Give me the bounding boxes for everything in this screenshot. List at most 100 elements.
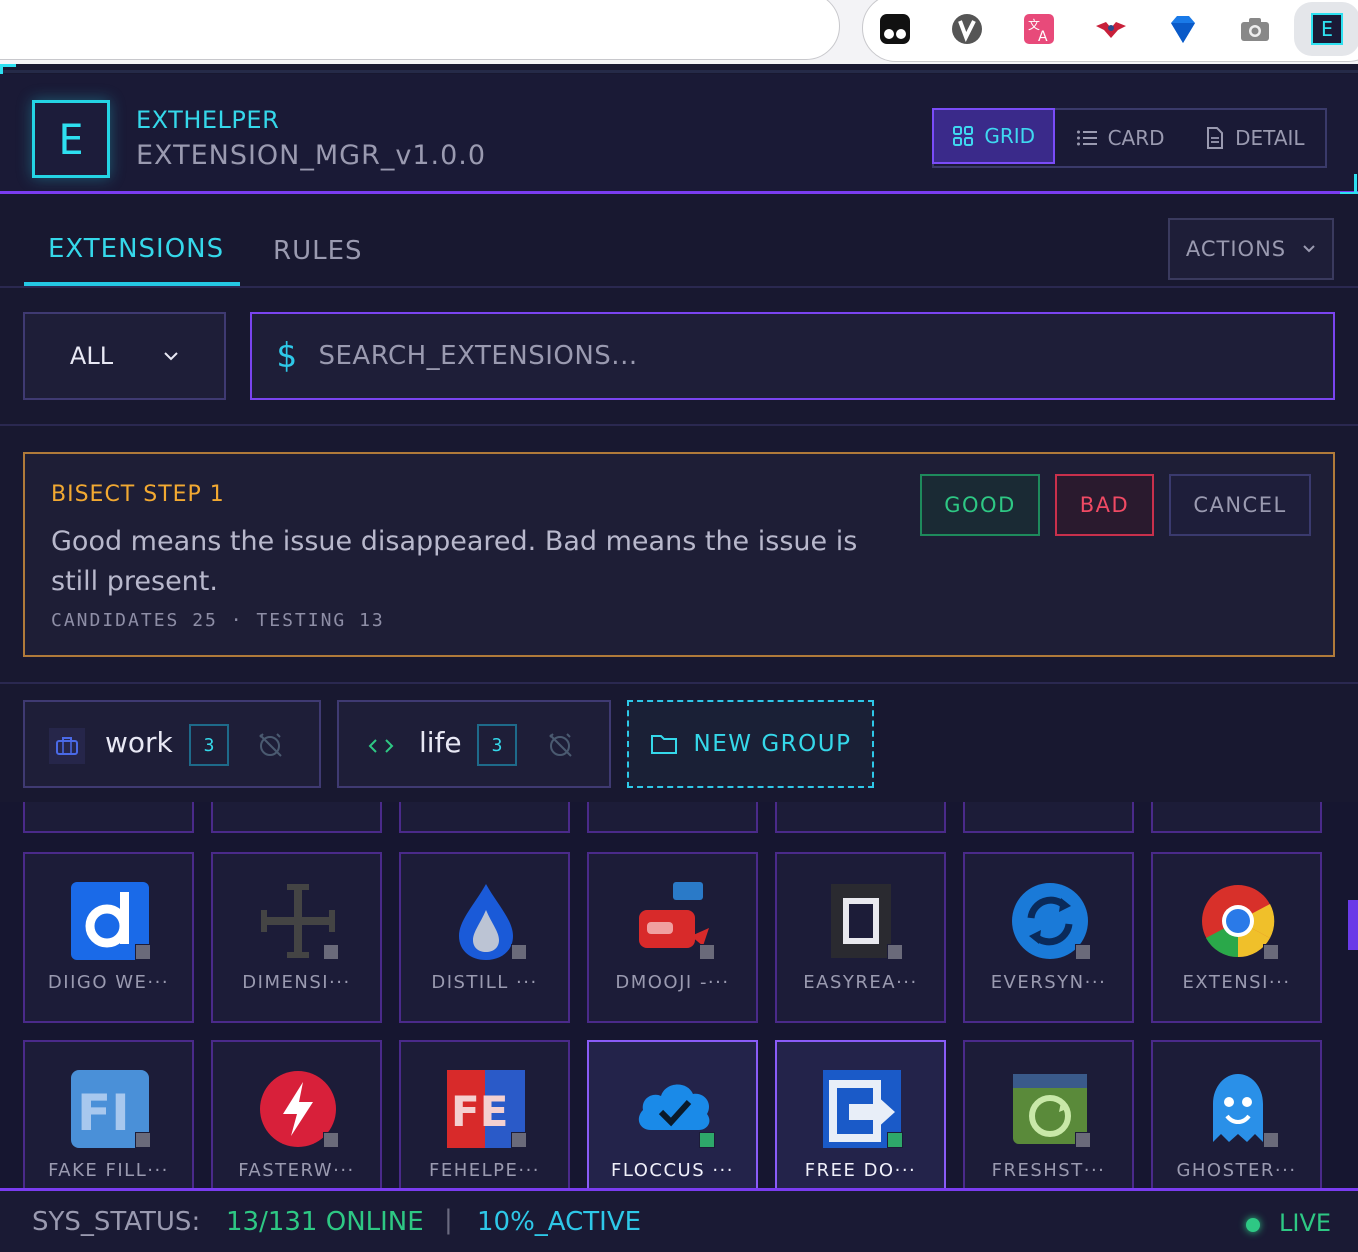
view-grid-label: GRID bbox=[984, 124, 1036, 148]
extension-tile[interactable] bbox=[1151, 802, 1322, 833]
folder-icon bbox=[650, 735, 677, 754]
extension-name: EASYREA··· bbox=[803, 972, 918, 993]
extension-tile[interactable]: DMOOJI -··· bbox=[587, 852, 758, 1023]
extension-name: FASTERW··· bbox=[238, 1160, 355, 1181]
extension-name: FREE DO··· bbox=[804, 1160, 917, 1181]
active-tab-indicator bbox=[24, 282, 240, 286]
tab-rules[interactable]: RULES bbox=[273, 236, 363, 266]
view-detail-label: DETAIL bbox=[1235, 126, 1305, 150]
extension-tile[interactable] bbox=[211, 802, 382, 833]
extension-tile[interactable]: FRESHST··· bbox=[963, 1040, 1134, 1188]
extension-name: DISTILL ··· bbox=[431, 972, 538, 993]
header: E EXTHELPER EXTENSION_MGR_v1.0.0 GRID CA… bbox=[0, 74, 1358, 194]
status-indicator bbox=[887, 944, 903, 960]
extension-tile[interactable] bbox=[399, 802, 570, 833]
briefcase-icon bbox=[49, 728, 85, 764]
group-count-badge: 3 bbox=[189, 724, 229, 766]
extension-tile[interactable]: FLOCCUS ··· bbox=[587, 1040, 758, 1188]
chevron-down-icon bbox=[164, 352, 178, 361]
extension-tile[interactable]: FI FAKE FILL··· bbox=[23, 1040, 194, 1188]
extension-tile[interactable]: FE FEHELPE··· bbox=[399, 1040, 570, 1188]
extension-name: FRESHST··· bbox=[991, 1160, 1106, 1181]
status-indicator bbox=[699, 944, 715, 960]
vimium-icon[interactable] bbox=[950, 12, 984, 46]
power-off-icon[interactable] bbox=[545, 730, 575, 760]
extension-tile[interactable] bbox=[23, 802, 194, 833]
extension-name: DIMENSI··· bbox=[242, 972, 351, 993]
extension-tile[interactable]: FREE DO··· bbox=[775, 1040, 946, 1188]
gem-icon[interactable] bbox=[1166, 12, 1200, 46]
group-life[interactable]: life 3 bbox=[337, 700, 611, 788]
bird-icon[interactable] bbox=[1094, 12, 1128, 46]
exthelper-icon: E bbox=[1311, 13, 1343, 45]
status-indicator bbox=[1263, 1132, 1279, 1148]
view-detail-button[interactable]: DETAIL bbox=[1185, 110, 1325, 166]
actions-dropdown[interactable]: ACTIONS bbox=[1168, 218, 1334, 280]
good-button[interactable]: GOOD bbox=[920, 474, 1040, 536]
extension-tile[interactable] bbox=[775, 802, 946, 833]
extension-tile[interactable] bbox=[587, 802, 758, 833]
translate-icon[interactable]: 文A bbox=[1022, 12, 1056, 46]
extension-name: DMOOJI -··· bbox=[615, 972, 730, 993]
status-indicator bbox=[323, 944, 339, 960]
camera-icon[interactable] bbox=[1238, 12, 1272, 46]
extension-tile[interactable]: FASTERW··· bbox=[211, 1040, 382, 1188]
status-indicator bbox=[1263, 944, 1279, 960]
actions-label: ACTIONS bbox=[1185, 237, 1287, 261]
scrollbar-thumb[interactable] bbox=[1348, 900, 1358, 950]
extension-tile[interactable]: DIIGO WE··· bbox=[23, 852, 194, 1023]
extension-name: DIIGO WE··· bbox=[47, 972, 170, 993]
group-work[interactable]: work 3 bbox=[23, 700, 321, 788]
svg-text:A: A bbox=[1038, 29, 1048, 45]
tab-extensions[interactable]: EXTENSIONS bbox=[48, 234, 224, 264]
view-grid-button[interactable]: GRID bbox=[932, 108, 1056, 164]
status-indicator bbox=[887, 1132, 903, 1148]
category-select-value: ALL bbox=[69, 342, 114, 370]
extension-tile[interactable]: EXTENSI··· bbox=[1151, 852, 1322, 1023]
chevron-down-icon bbox=[1303, 245, 1315, 253]
filter-bar: ALL $ bbox=[0, 290, 1358, 426]
status-indicator bbox=[699, 1132, 715, 1148]
search-input[interactable] bbox=[318, 341, 1219, 371]
extension-name: GHOSTER··· bbox=[1176, 1160, 1297, 1181]
app-name: EXTHELPER bbox=[136, 106, 280, 134]
status-indicator bbox=[323, 1132, 339, 1148]
extension-tile[interactable] bbox=[963, 802, 1134, 833]
browser-toolbar: 文A E bbox=[0, 0, 1358, 64]
extension-tile[interactable]: GHOSTER··· bbox=[1151, 1040, 1322, 1188]
group-name: life bbox=[419, 726, 462, 759]
extension-tile[interactable]: EVERSYN··· bbox=[963, 852, 1134, 1023]
active-percent: 10%_ACTIVE bbox=[477, 1207, 642, 1237]
extension-tile[interactable]: EASYREA··· bbox=[775, 852, 946, 1023]
group-name: work bbox=[105, 726, 173, 759]
status-indicator bbox=[511, 944, 527, 960]
bisect-panel: BISECT STEP 1 Good means the issue disap… bbox=[23, 452, 1335, 657]
bisect-title: BISECT STEP 1 bbox=[51, 482, 225, 507]
extension-tile[interactable]: DIMENSI··· bbox=[211, 852, 382, 1023]
grid-icon bbox=[953, 126, 974, 146]
header-divider bbox=[0, 191, 1358, 194]
extension-tile[interactable]: DISTILL ··· bbox=[399, 852, 570, 1023]
extension-name: FEHELPE··· bbox=[428, 1160, 541, 1181]
list-icon bbox=[1076, 130, 1097, 146]
tampermonkey-icon[interactable] bbox=[878, 12, 912, 46]
divider bbox=[0, 682, 1358, 684]
bisect-message: Good means the issue disappeared. Bad me… bbox=[51, 526, 858, 597]
bad-button[interactable]: BAD bbox=[1055, 474, 1154, 536]
extension-name: FAKE FILL··· bbox=[48, 1160, 169, 1181]
exthelper-toolbar-button[interactable]: E bbox=[1294, 2, 1358, 56]
app-logo: E bbox=[32, 100, 110, 178]
view-card-button[interactable]: CARD bbox=[1055, 110, 1184, 166]
address-bar[interactable] bbox=[0, 0, 840, 60]
top-divider bbox=[0, 70, 1358, 73]
bisect-meta: CANDIDATES 25 · TESTING 13 bbox=[51, 610, 385, 631]
extension-name: FLOCCUS ··· bbox=[610, 1160, 735, 1181]
corner-accent bbox=[1354, 174, 1357, 194]
status-indicator bbox=[135, 944, 151, 960]
status-bar: SYS_STATUS: 13/131 ONLINE | 10%_ACTIVE L… bbox=[0, 1188, 1358, 1252]
cancel-button[interactable]: CANCEL bbox=[1169, 474, 1311, 536]
view-card-label: CARD bbox=[1107, 126, 1165, 150]
category-select[interactable]: ALL bbox=[23, 312, 226, 400]
new-group-button[interactable]: NEW GROUP bbox=[627, 700, 874, 788]
power-off-icon[interactable] bbox=[255, 730, 285, 760]
